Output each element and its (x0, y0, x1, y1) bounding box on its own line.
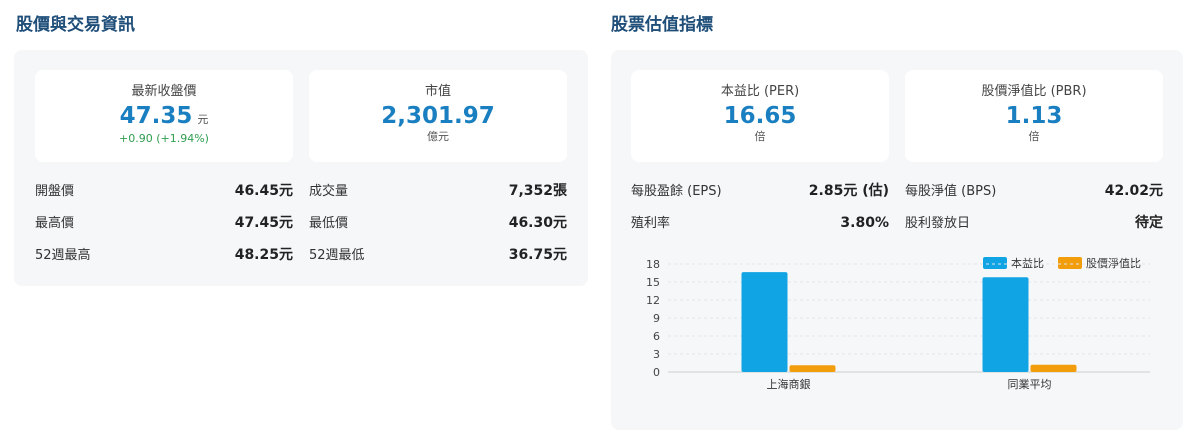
market-cap-label: 市值 (424, 84, 451, 99)
row-open-price: 開盤價 46.45元 (35, 180, 293, 204)
row-high-price: 最高價 47.45元 (35, 212, 293, 236)
section-title-valuation: 股票估值指標 (611, 15, 713, 35)
pbr-unit: 倍 (1028, 130, 1040, 143)
valuation-bar-chart: 0 3 6 9 12 15 18 上海商銀 同業平均 (646, 258, 1150, 391)
open-price-value: 46.45元 (234, 183, 293, 199)
dividend-yield-label: 殖利率 (631, 216, 671, 231)
dividend-date-value: 待定 (1135, 215, 1163, 231)
y-tick-label: 12 (646, 294, 660, 307)
52w-high-label: 52週最高 (35, 248, 91, 263)
close-price-value: 47.35 (119, 103, 193, 129)
y-tick-label: 18 (646, 258, 660, 271)
high-price-label: 最高價 (35, 216, 75, 231)
bps-label: 每股淨值 (BPS) (905, 184, 997, 199)
pbr-card: 股價淨值比 (PBR) 1.13 倍 (905, 70, 1163, 162)
market-cap-card: 市值 2,301.97 億元 (309, 70, 567, 162)
bar-pbr (789, 365, 836, 372)
low-price-label: 最低價 (309, 216, 349, 231)
dividend-yield-value: 3.80% (840, 215, 889, 231)
per-unit: 倍 (754, 130, 766, 143)
52w-high-value: 48.25元 (234, 247, 293, 263)
row-52w-low: 52週最低 36.75元 (309, 244, 567, 268)
volume-label: 成交量 (309, 184, 349, 199)
row-dividend-date: 股利發放日 待定 (905, 212, 1163, 236)
bar-pbr (1030, 364, 1077, 372)
close-price-label: 最新收盤價 (131, 84, 197, 99)
low-price-value: 46.30元 (508, 215, 567, 231)
y-tick-label: 6 (653, 330, 660, 343)
row-52w-high: 52週最高 48.25元 (35, 244, 293, 268)
pbr-value: 1.13 (1005, 103, 1063, 129)
x-tick-label: 上海商銀 (767, 377, 811, 391)
eps-label: 每股盈餘 (EPS) (631, 184, 722, 199)
high-price-value: 47.45元 (234, 215, 293, 231)
volume-value: 7,352張 (508, 183, 567, 199)
price-change: +0.90 (+1.94%) (119, 132, 209, 145)
row-volume: 成交量 7,352張 (309, 180, 567, 204)
section-title-trading: 股價與交易資訊 (16, 15, 135, 35)
eps-value: 2.85元 (估) (808, 183, 889, 199)
market-cap-value: 2,301.97 (381, 103, 495, 129)
bps-value: 42.02元 (1104, 183, 1163, 199)
52w-low-label: 52週最低 (309, 248, 365, 263)
per-label: 本益比 (PER) (720, 84, 800, 99)
y-tick-label: 15 (646, 276, 660, 289)
open-price-label: 開盤價 (35, 184, 75, 199)
row-dividend-yield: 殖利率 3.80% (631, 212, 889, 236)
close-price-card: 最新收盤價 47.35 元 +0.90 (+1.94%) (35, 70, 293, 162)
close-price-unit: 元 (197, 113, 209, 126)
bar-per (741, 272, 788, 372)
y-tick-label: 0 (653, 366, 660, 379)
bar-per (982, 277, 1029, 372)
row-bps: 每股淨值 (BPS) 42.02元 (905, 180, 1163, 204)
y-tick-label: 3 (653, 348, 660, 361)
row-eps: 每股盈餘 (EPS) 2.85元 (估) (631, 180, 889, 204)
dividend-date-label: 股利發放日 (905, 216, 971, 231)
x-tick-label: 同業平均 (1008, 378, 1052, 391)
market-cap-unit: 億元 (427, 130, 449, 143)
y-tick-label: 9 (653, 312, 660, 325)
52w-low-value: 36.75元 (508, 247, 567, 263)
pbr-label: 股價淨值比 (PBR) (981, 84, 1087, 99)
per-card: 本益比 (PER) 16.65 倍 (631, 70, 889, 162)
row-low-price: 最低價 46.30元 (309, 212, 567, 236)
per-value: 16.65 (723, 103, 797, 129)
